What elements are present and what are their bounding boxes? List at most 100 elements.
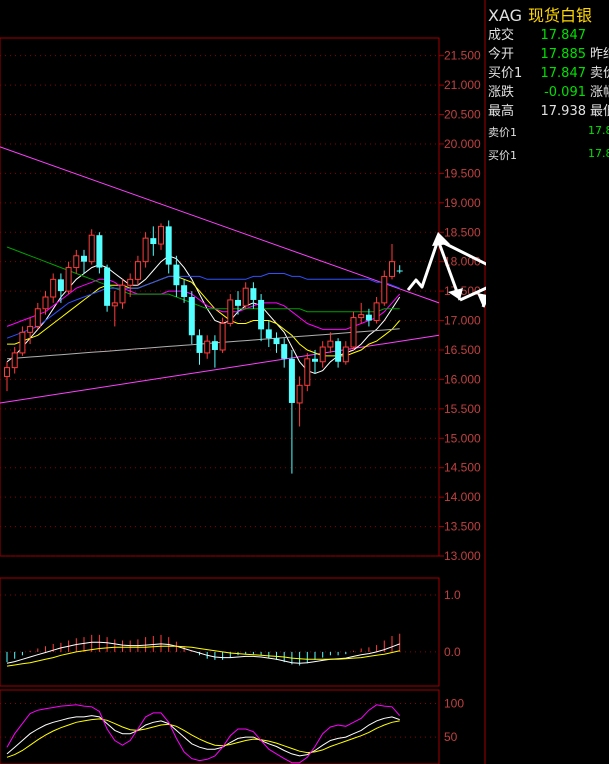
price-tick-label: 16.500 [444,343,481,357]
price-tick-label: 21.500 [444,49,481,63]
price-tick-label: 16.000 [444,372,481,386]
quote-row-open: 今开 17.885昨结 [488,43,609,62]
kdj-panel-frame [0,689,440,764]
quote-row-change: 涨跌 -0.091 涨幅 [488,81,609,100]
projection-arrow-0 [406,239,440,291]
kdj-line-2 [6,704,401,764]
price-tick-label: 21.000 [444,78,481,92]
candle-body-down [165,226,172,265]
candle-body-down [96,235,103,268]
price-tick-label: 15.000 [444,431,481,445]
candle-body-up [381,275,388,304]
quote-label-secondary: 卖价 [590,66,609,81]
candle-body-up [373,302,380,322]
candle-body-up [34,308,41,327]
quote-value: 17.847 [540,28,587,43]
candle-body-up [242,287,249,307]
quote-value: -0.091 [544,85,586,100]
candle-body-up [50,278,57,298]
candle-body-down [235,299,241,306]
chart-svg: 21.500 21.000 20.500 20.000 19.500 19.000 18.5… [0,0,486,764]
candle-body-down [181,285,188,297]
candle-body-up [389,261,395,277]
quote-label: 买价1 [488,66,523,81]
quote-label: 今开 [488,47,515,62]
candle-body-up [73,255,80,269]
quote-label: 涨跌 [488,85,515,100]
price-tick-label: 18.500 [444,225,481,239]
candle-body-up [111,302,118,307]
candle-body-down [258,299,265,330]
candle-body-up [88,234,95,263]
candle-body-up [127,278,134,286]
candle-body-up [204,340,211,354]
quote-panel: XAG现货白银 成交17.847 今开17.885昨结 买价117.847卖价 … [486,0,609,764]
quote-label: 成交 [488,28,515,43]
quote-row-high: 最高 17.938最低 [488,100,609,119]
ask-label: 卖价1 [488,126,517,139]
candle-body-down [104,267,111,306]
candle-body-down [250,288,257,300]
quote-label-secondary: 最低 [590,104,609,119]
price-tick-label: 15.500 [444,402,481,416]
candle-body-up [358,314,365,319]
candle-body-up [119,284,126,304]
candle-body-down [396,270,403,272]
candle-body-up [219,322,226,351]
price-tick-label: 13.500 [444,520,481,534]
price-tick-label: 14.000 [444,490,481,504]
quote-label: 最高 [488,104,515,119]
candle-body-down [196,335,203,353]
price-tick-label: 19.000 [444,196,481,210]
ask-row: 卖价1 17.8 [488,124,609,140]
candle-body-up [142,237,149,263]
candle-body-down [288,358,295,403]
candle-body-up [11,352,18,369]
price-tick-label: 20.500 [444,108,481,122]
bid-value: 17.8 [588,147,609,160]
price-tick-label: 17.000 [444,314,481,328]
price-tick-label: 14.500 [444,461,481,475]
macd-panel-frame [0,577,440,687]
price-tick-label: 17.500 [444,284,481,298]
quote-row-volume: 成交 17.847 [488,24,586,43]
candle-body-down [173,264,180,286]
candle-body-down [57,279,64,292]
bid-row: 买价1 17.8 [488,147,609,163]
candle-body-down [150,238,157,245]
macd-tick-label: 1.0 [444,588,461,602]
candle-body-up [327,340,334,348]
candle-body-down [188,297,195,336]
candle-body-up [65,267,72,292]
ask-value: 17.8 [588,124,609,137]
quote-label-secondary: 昨结 [590,47,609,62]
candle-body-down [273,338,280,345]
candle-body-up [42,296,49,310]
price-tick-label: 20.000 [444,137,481,151]
quote-value: 17.938 [540,104,587,119]
candle-body-up [304,358,311,386]
candle-body-down [365,314,372,321]
kdj-tick-label: 100 [444,696,464,710]
price-tick-label: 19.500 [444,166,481,180]
trendline-lower [0,334,440,404]
candle-body-up [27,325,34,333]
candle-body-up [158,225,164,245]
price-panel-frame [0,37,440,557]
candle-body-up [342,346,349,363]
quote-value: 17.885 [540,47,587,62]
kdj-line-0 [6,715,400,757]
macd-tick-label: 0.0 [444,645,461,659]
macd-line-1 [6,645,400,667]
candle-body-down [265,329,272,339]
quote-value: 17.847 [540,66,587,81]
candle-body-up [4,367,10,377]
symbol-code: XAG [488,6,523,25]
candle-body-down [335,341,342,362]
price-tick-label: 13.000 [444,549,481,563]
candle-body-down [281,344,288,359]
candle-body-up [134,261,141,280]
candle-body-down [312,358,318,362]
candle-body-down [81,255,87,262]
symbol-name: 现货白银 [528,6,593,25]
